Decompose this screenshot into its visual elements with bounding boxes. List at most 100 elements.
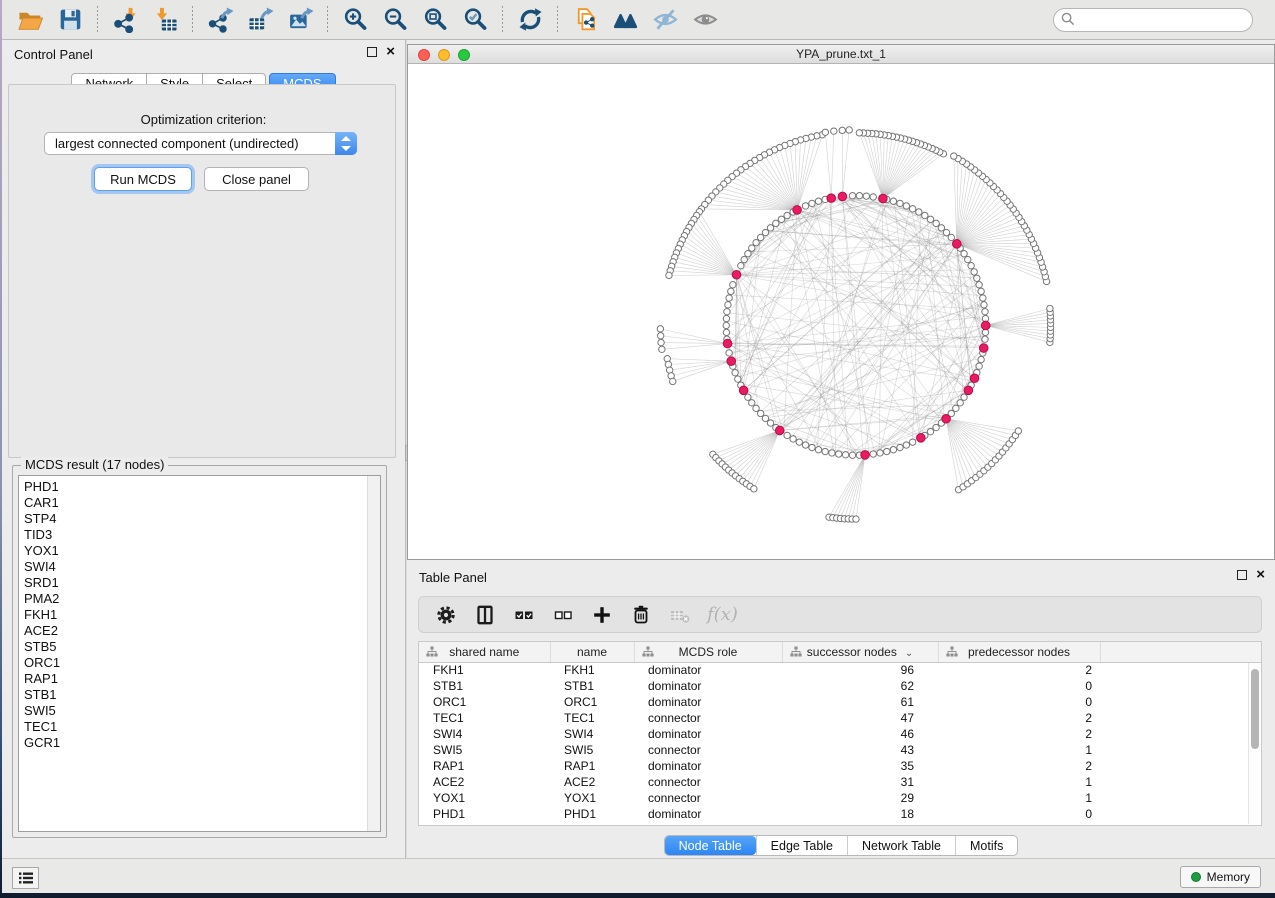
- import-table-button[interactable]: [145, 3, 185, 37]
- table-cell[interactable]: SWI5: [550, 742, 634, 758]
- table-cell[interactable]: TEC1: [419, 710, 550, 726]
- export-network-button[interactable]: [200, 3, 240, 37]
- mcds-result-item[interactable]: SWI5: [24, 703, 380, 719]
- table-cell[interactable]: ACE2: [550, 774, 634, 790]
- table-cell[interactable]: 96: [782, 662, 938, 678]
- dominator-node[interactable]: [964, 386, 973, 395]
- add-column-button[interactable]: [590, 603, 614, 627]
- table-cell[interactable]: dominator: [634, 678, 782, 694]
- table-row[interactable]: YOX1YOX1connector291: [419, 790, 1261, 806]
- table-cell[interactable]: 0: [938, 694, 1100, 710]
- table-cell[interactable]: connector: [634, 710, 782, 726]
- mcds-result-item[interactable]: RAP1: [24, 671, 380, 687]
- table-cell[interactable]: dominator: [634, 662, 782, 678]
- table-scrollbar-thumb[interactable]: [1251, 669, 1259, 749]
- import-network-button[interactable]: [105, 3, 145, 37]
- table-cell[interactable]: connector: [634, 790, 782, 806]
- mcds-result-item[interactable]: TID3: [24, 527, 380, 543]
- refresh-button[interactable]: [510, 3, 550, 37]
- column-header-successor-nodes[interactable]: successor nodes⌄: [782, 642, 938, 662]
- show-all-button[interactable]: [685, 3, 725, 37]
- table-cell[interactable]: FKH1: [419, 662, 550, 678]
- close-panel-button[interactable]: Close panel: [204, 167, 309, 191]
- table-row[interactable]: PHD1PHD1dominator180: [419, 806, 1261, 822]
- select-all-rows-button[interactable]: [512, 603, 536, 627]
- dominator-node[interactable]: [827, 194, 836, 203]
- mcds-result-item[interactable]: STB1: [24, 687, 380, 703]
- first-neighbors-button[interactable]: [605, 3, 645, 37]
- mcds-result-item[interactable]: STP4: [24, 511, 380, 527]
- table-cell[interactable]: 61: [782, 694, 938, 710]
- float-panel-icon[interactable]: [367, 47, 377, 57]
- dominator-node[interactable]: [732, 270, 741, 279]
- table-cell[interactable]: dominator: [634, 806, 782, 822]
- table-cell[interactable]: SWI4: [419, 726, 550, 742]
- tab-motifs[interactable]: Motifs: [955, 836, 1017, 855]
- table-cell[interactable]: 29: [782, 790, 938, 806]
- network-canvas[interactable]: [408, 64, 1274, 559]
- mcds-result-item[interactable]: CAR1: [24, 495, 380, 511]
- mcds-result-list[interactable]: PHD1CAR1STP4TID3YOX1SWI4SRD1PMA2FKH1ACE2…: [18, 475, 381, 832]
- search-input[interactable]: [1053, 8, 1253, 32]
- table-options-gear-button[interactable]: [434, 603, 458, 627]
- export-image-button[interactable]: [280, 3, 320, 37]
- table-scrollbar[interactable]: [1248, 663, 1260, 824]
- table-row[interactable]: FKH1FKH1dominator962: [419, 662, 1261, 678]
- table-row[interactable]: ACE2ACE2connector311: [419, 774, 1261, 790]
- table-cell[interactable]: SWI4: [550, 726, 634, 742]
- mcds-result-item[interactable]: PMA2: [24, 591, 380, 607]
- dominator-node[interactable]: [775, 426, 784, 435]
- table-cell[interactable]: ACE2: [419, 774, 550, 790]
- table-row[interactable]: SWI5SWI5connector431: [419, 742, 1261, 758]
- dominator-node[interactable]: [970, 374, 979, 383]
- mcds-result-item[interactable]: STB5: [24, 639, 380, 655]
- table-cell[interactable]: STB1: [550, 678, 634, 694]
- table-cell[interactable]: YOX1: [419, 790, 550, 806]
- export-table-button[interactable]: [240, 3, 280, 37]
- column-header-predecessor-nodes[interactable]: predecessor nodes: [938, 642, 1100, 662]
- table-cell[interactable]: PHD1: [550, 806, 634, 822]
- table-cell[interactable]: dominator: [634, 758, 782, 774]
- float-table-panel-icon[interactable]: [1237, 570, 1247, 580]
- table-cell[interactable]: dominator: [634, 694, 782, 710]
- dominator-node[interactable]: [981, 321, 990, 330]
- table-cell[interactable]: 2: [938, 710, 1100, 726]
- table-cell[interactable]: 47: [782, 710, 938, 726]
- table-row[interactable]: STB1STB1dominator620: [419, 678, 1261, 694]
- table-row[interactable]: SWI4SWI4dominator462: [419, 726, 1261, 742]
- tab-edge-table[interactable]: Edge Table: [756, 836, 847, 855]
- table-cell[interactable]: 62: [782, 678, 938, 694]
- dominator-node[interactable]: [979, 344, 988, 353]
- table-cell[interactable]: dominator: [634, 726, 782, 742]
- window-minimize-traffic-light[interactable]: [438, 49, 450, 61]
- save-session-button[interactable]: [50, 3, 90, 37]
- close-panel-icon[interactable]: ×: [386, 47, 395, 57]
- dominator-node[interactable]: [793, 206, 802, 215]
- column-header-name[interactable]: name: [550, 642, 634, 662]
- table-cell[interactable]: 1: [938, 790, 1100, 806]
- window-zoom-traffic-light[interactable]: [458, 49, 470, 61]
- open-file-button[interactable]: [10, 3, 50, 37]
- table-cell[interactable]: ORC1: [550, 694, 634, 710]
- table-cell[interactable]: 2: [938, 726, 1100, 742]
- table-row[interactable]: TEC1TEC1connector472: [419, 710, 1261, 726]
- table-cell[interactable]: 31: [782, 774, 938, 790]
- table-cell[interactable]: RAP1: [550, 758, 634, 774]
- table-cell[interactable]: 2: [938, 758, 1100, 774]
- dominator-node[interactable]: [739, 386, 748, 395]
- table-cell[interactable]: 1: [938, 774, 1100, 790]
- table-cell[interactable]: PHD1: [419, 806, 550, 822]
- table-cell[interactable]: 35: [782, 758, 938, 774]
- window-close-traffic-light[interactable]: [418, 49, 430, 61]
- run-mcds-button[interactable]: Run MCDS: [94, 167, 192, 191]
- mcds-result-item[interactable]: SRD1: [24, 575, 380, 591]
- table-cell[interactable]: 0: [938, 678, 1100, 694]
- table-cell[interactable]: connector: [634, 774, 782, 790]
- zoom-in-button[interactable]: [335, 3, 375, 37]
- table-cell[interactable]: 46: [782, 726, 938, 742]
- mcds-result-scrollbar[interactable]: [367, 476, 380, 831]
- table-cell[interactable]: YOX1: [550, 790, 634, 806]
- table-cell[interactable]: FKH1: [550, 662, 634, 678]
- mcds-result-item[interactable]: ORC1: [24, 655, 380, 671]
- hide-selected-button[interactable]: [645, 3, 685, 37]
